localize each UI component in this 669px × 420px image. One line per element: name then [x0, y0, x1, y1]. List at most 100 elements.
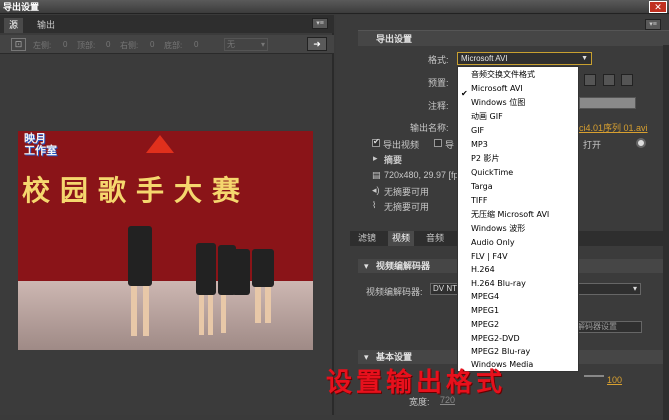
quality-slider[interactable]	[584, 375, 604, 377]
panel-menu-icon[interactable]: ▾≡	[312, 18, 328, 29]
format-select[interactable]: Microsoft AVI ▼	[457, 52, 592, 65]
save-preset-icon[interactable]	[584, 74, 596, 86]
crop-right-value[interactable]: 0	[150, 40, 154, 49]
dancer-leg	[265, 287, 271, 323]
watermark-line-2: 工作室	[24, 144, 57, 157]
format-menu-item[interactable]: Windows 位图	[471, 96, 525, 110]
dancer-leg	[131, 286, 137, 336]
crop-bottom-value[interactable]: 0	[194, 40, 198, 49]
format-label: 格式:	[428, 55, 449, 65]
format-menu-item[interactable]: 动画 GIF	[471, 110, 503, 124]
stage-logo	[146, 135, 174, 153]
format-menu-item[interactable]: TIFF	[471, 194, 487, 208]
crop-toolbar: ⊡ 左侧: 0 顶部: 0 右侧: 0 底部: 0 无 ▾ ➜	[0, 35, 334, 54]
tab-filters[interactable]: 滤镜	[354, 231, 380, 246]
chevron-down-icon: ▼	[581, 55, 588, 62]
format-menu-item[interactable]: Targa	[471, 180, 493, 194]
crop-top-value[interactable]: 0	[106, 40, 110, 49]
tab-output[interactable]: 输出	[32, 18, 60, 33]
tab-video[interactable]: 视频	[388, 231, 415, 246]
format-menu-item[interactable]: H.264	[471, 263, 495, 277]
format-menu-item[interactable]: GIF	[471, 124, 484, 138]
source-panel: 源 输出 ▾≡ ⊡ 左侧: 0 顶部: 0 右侧: 0 底部: 0 无 ▾ ➜ 映…	[0, 15, 334, 415]
format-menu-item[interactable]: MPEG2	[471, 318, 499, 332]
basic-settings-title: 基本设置	[376, 352, 413, 362]
format-menu: ✔ 音频交换文件格式 Microsoft AVI Windows 位图 动画 G…	[457, 66, 579, 372]
codec-section-title: 视频编解码器	[376, 261, 431, 271]
no-summary-extra: 无摘要可用	[384, 202, 430, 212]
quality-value[interactable]: 100	[607, 375, 622, 385]
chevron-down-icon: ▾	[260, 40, 265, 49]
panel-menu-icon[interactable]: ▾≡	[645, 19, 661, 30]
film-icon: ▤	[372, 170, 381, 180]
crop-bottom-label: 底部:	[164, 41, 183, 50]
format-menu-item[interactable]: MPEG2 Blu-ray	[471, 345, 530, 359]
tab-source[interactable]: 源	[4, 18, 24, 33]
crop-ratio-select[interactable]: 无 ▾	[224, 38, 268, 51]
format-menu-item[interactable]: MPEG2-DVD	[471, 332, 520, 346]
import-preset-icon[interactable]	[603, 74, 615, 86]
close-button[interactable]: ✕	[649, 1, 667, 13]
format-menu-item[interactable]: QuickTime	[471, 166, 513, 180]
summary-toggle-icon[interactable]: ▸	[373, 153, 378, 164]
export-video-label: 导出视频	[383, 140, 420, 150]
format-menu-item[interactable]: FLV | F4V	[471, 250, 508, 264]
tab-audio[interactable]: 音频	[422, 231, 448, 246]
format-menu-item[interactable]: 音频交换文件格式	[471, 68, 535, 82]
preset-label: 预置:	[428, 78, 449, 88]
crop-icon[interactable]: ⊡	[11, 38, 26, 51]
info-icon[interactable]	[636, 138, 646, 148]
window-title: 导出设置	[3, 2, 40, 12]
format-menu-item[interactable]: MPEG4	[471, 290, 499, 304]
format-value: Microsoft AVI	[461, 54, 508, 63]
wave-icon: ⌇	[372, 200, 377, 210]
check-icon: ✔	[461, 89, 468, 98]
stage-banner: 校园歌手大赛	[22, 174, 251, 207]
dancer	[128, 226, 152, 286]
summary-label: 摘要	[384, 155, 403, 165]
format-menu-item[interactable]: Windows 波形	[471, 222, 525, 236]
annotation-caption: 设置输出格式	[326, 368, 507, 398]
source-tabs: 源 输出 ▾≡	[0, 15, 334, 33]
export-audio-label: 导	[445, 140, 455, 150]
settings-scrollbar[interactable]	[663, 45, 669, 420]
export-audio-checkbox[interactable]	[434, 139, 442, 147]
format-menu-item[interactable]: P2 影片	[471, 152, 499, 166]
comment-label: 注释:	[428, 101, 449, 111]
format-menu-item[interactable]: Audio Only	[471, 236, 515, 250]
crop-left-label: 左侧:	[33, 41, 52, 50]
format-menu-item[interactable]: H.264 Blu-ray	[471, 277, 526, 291]
format-menu-item[interactable]: 无压缩 Microsoft AVI	[471, 208, 549, 222]
format-menu-item[interactable]: MP3	[471, 138, 488, 152]
format-menu-item[interactable]: Microsoft AVI	[471, 82, 523, 96]
output-name-label: 输出名称:	[410, 123, 449, 133]
dancer-leg	[199, 295, 204, 335]
format-menu-item[interactable]: MPEG1	[471, 304, 499, 318]
codec-settings-button[interactable]: 解码器设置	[574, 321, 642, 333]
output-arrow-button[interactable]: ➜	[307, 37, 327, 51]
studio-watermark: 映月 工作室	[24, 133, 57, 157]
collapse-icon: ▾	[364, 261, 369, 271]
open-label: 打开	[583, 140, 602, 150]
video-preview: 映月 工作室 校园歌手大赛	[18, 131, 313, 350]
crop-ratio-value: 无	[227, 40, 235, 49]
dancer-leg	[221, 295, 226, 333]
export-settings-header: 导出设置	[358, 30, 669, 46]
dancer-leg	[208, 295, 213, 335]
export-video-checkbox[interactable]: ✔	[372, 137, 380, 147]
window-title-bar: 导出设置 ✕	[0, 0, 669, 14]
chevron-down-icon: ▾	[632, 284, 637, 293]
comment-field[interactable]	[579, 97, 636, 109]
crop-top-label: 顶部:	[77, 41, 96, 50]
speaker-icon: ◂)	[372, 185, 380, 195]
dancer	[252, 249, 274, 287]
output-name-link[interactable]: ci4.01序列 01.avi	[579, 121, 648, 134]
crop-left-value[interactable]: 0	[63, 40, 67, 49]
dancer-leg	[143, 286, 149, 336]
delete-preset-icon[interactable]	[621, 74, 633, 86]
no-summary-audio: 无摘要可用	[384, 187, 430, 197]
summary-video-line: 720x480, 29.97 [fp	[384, 170, 459, 180]
dancer-leg	[255, 287, 261, 323]
dancer	[232, 249, 250, 295]
codec-label: 视频编解码器:	[366, 287, 423, 297]
